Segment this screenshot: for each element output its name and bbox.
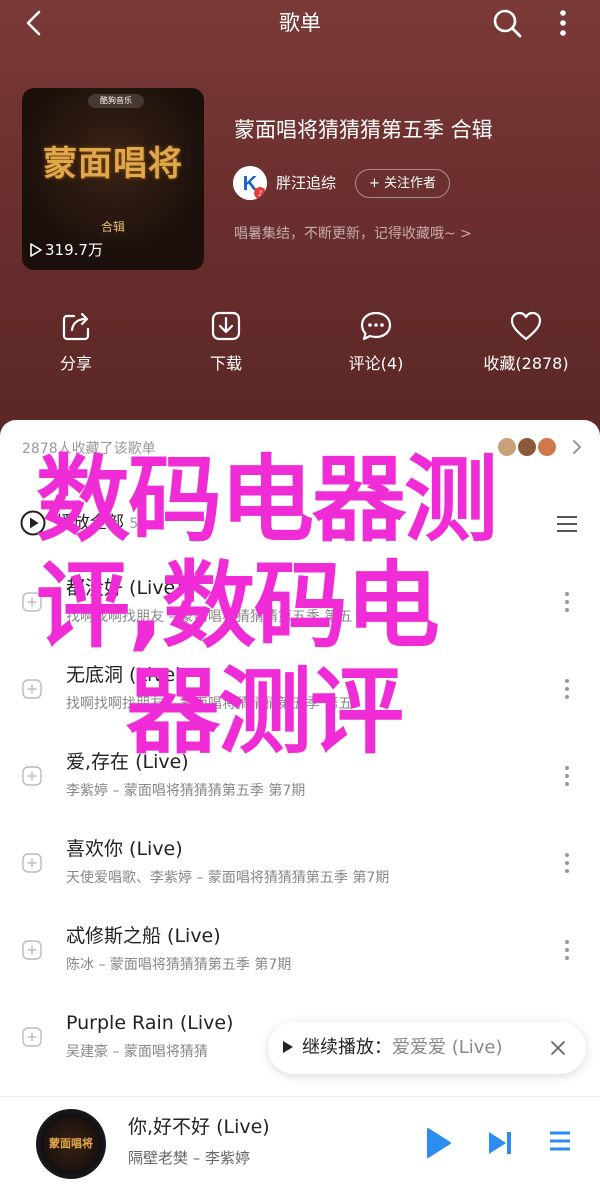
song-row[interactable]: 都没好 (Live) 找啊找啊找朋友 – 蒙面唱将猜猜猜第五季 第五 <box>0 564 600 644</box>
mini-player[interactable]: 蒙面唱将 你,好不好 (Live) 隔壁老樊 – 李紫婷 <box>0 1096 600 1189</box>
download-icon <box>211 311 241 341</box>
song-more-icon[interactable] <box>560 938 574 962</box>
comment-label: 评论(4) <box>348 354 404 373</box>
play-count-value: 319.7万 <box>45 241 103 259</box>
add-to-queue-icon[interactable] <box>22 766 42 786</box>
cover-logo: 蒙面唱将 <box>43 144 183 184</box>
song-title: 无底洞 (Live) <box>66 664 183 686</box>
download-label: 下载 <box>209 354 242 373</box>
play-count-icon <box>30 243 42 257</box>
song-meta: 找啊找啊找朋友 – 蒙面唱将猜猜猜第五季 第五 <box>66 696 353 712</box>
song-more-icon[interactable] <box>560 851 574 875</box>
add-to-queue-icon[interactable] <box>22 1027 42 1047</box>
song-title: Purple Rain (Live) <box>66 1012 234 1034</box>
chevron-right-icon[interactable] <box>570 436 584 458</box>
add-to-queue-icon[interactable] <box>22 592 42 612</box>
song-row[interactable]: 喜欢你 (Live) 天使爱唱歌、李紫婷 – 蒙面唱将猜猜猜第五季 第7期 <box>0 825 600 905</box>
song-title: 爱,存在 (Live) <box>66 751 189 773</box>
add-to-queue-icon[interactable] <box>22 679 42 699</box>
add-to-queue-icon[interactable] <box>22 853 42 873</box>
continue-playing-text: 继续播放：爱爱爱 (Live) <box>302 1034 503 1062</box>
song-row[interactable]: 无底洞 (Live) 找啊找啊找朋友 – 蒙面唱将猜猜猜第五季 第五 <box>0 651 600 731</box>
avatar <box>536 436 558 458</box>
cover-subtitle: 合辑 <box>100 220 125 234</box>
collect-count[interactable]: 2878人收藏了该歌单 <box>22 438 156 458</box>
now-playing-title: 你,好不好 (Live) <box>128 1116 270 1138</box>
comment-icon <box>360 311 392 341</box>
creator-avatar[interactable]: K ♪ <box>233 166 267 200</box>
creator-name[interactable]: 胖汪追综 <box>276 170 336 196</box>
share-button[interactable]: 分享 <box>16 308 136 374</box>
multi-select-icon[interactable] <box>554 512 580 536</box>
playlist-icon[interactable] <box>548 1129 572 1155</box>
play-icon[interactable] <box>424 1127 452 1159</box>
top-bar: 歌单 <box>0 0 600 46</box>
download-button[interactable]: 下载 <box>166 308 286 374</box>
next-track-icon[interactable] <box>486 1129 514 1157</box>
song-more-icon[interactable] <box>560 590 574 614</box>
song-more-icon[interactable] <box>560 677 574 701</box>
play-all-label: 播放全部 54 <box>56 510 147 537</box>
album-description[interactable]: 唱暑集结，不断更新，记得收藏哦~ > <box>234 222 472 246</box>
play-circle-icon <box>20 510 46 536</box>
favorite-button[interactable]: 收藏(2878) <box>466 308 586 374</box>
continue-playing-song: 爱爱爱 (Live) <box>392 1037 503 1058</box>
play-all-row[interactable]: 播放全部 54 <box>0 506 600 542</box>
more-vertical-icon[interactable] <box>548 6 578 40</box>
play-all-text: 播放全部 <box>56 513 124 533</box>
favorite-label: 收藏(2878) <box>483 354 569 373</box>
song-row[interactable]: 忒修斯之船 (Live) 陈冰 – 蒙面唱将猜猜猜第五季 第7期 <box>0 912 600 992</box>
follow-author-button[interactable]: + 关注作者 <box>355 169 450 198</box>
share-label: 分享 <box>59 354 92 373</box>
continue-playing-toast[interactable]: 继续播放：爱爱爱 (Live) <box>268 1022 586 1074</box>
song-list-panel: 2878人收藏了该歌单 播放全部 54 都没好 (Live) 找啊找啊找朋友 –… <box>0 420 600 1120</box>
avatar <box>496 436 518 458</box>
play-icon <box>283 1041 293 1053</box>
action-bar: 分享 下载 评论(4) 收藏(2878) <box>0 308 600 388</box>
cover-brand-badge: 酷狗音乐 <box>88 94 144 108</box>
song-meta: 吴建豪 – 蒙面唱将猜猜 <box>66 1044 208 1060</box>
avatar <box>516 436 538 458</box>
album-title: 蒙面唱将猜猜猜第五季 合辑 <box>234 118 493 142</box>
comment-button[interactable]: 评论(4) <box>316 308 436 374</box>
disc-label: 蒙面唱将 <box>49 1137 93 1150</box>
now-playing-disc[interactable]: 蒙面唱将 <box>36 1109 106 1179</box>
song-meta: 陈冰 – 蒙面唱将猜猜猜第五季 第7期 <box>66 957 292 973</box>
song-title: 都没好 (Live) <box>66 577 183 599</box>
play-count: 319.7万 <box>30 238 103 262</box>
song-row[interactable]: 爱,存在 (Live) 李紫婷 – 蒙面唱将猜猜猜第五季 第7期 <box>0 738 600 818</box>
collector-avatars[interactable] <box>496 436 560 460</box>
song-count: 54 <box>129 516 148 532</box>
now-playing-artist: 隔壁老樊 – 李紫婷 <box>128 1149 251 1167</box>
song-meta: 天使爱唱歌、李紫婷 – 蒙面唱将猜猜猜第五季 第7期 <box>66 870 390 886</box>
search-icon[interactable] <box>490 6 524 40</box>
song-title: 忒修斯之船 (Live) <box>66 925 221 947</box>
song-title: 喜欢你 (Live) <box>66 838 183 860</box>
song-meta: 找啊找啊找朋友 – 蒙面唱将猜猜猜第五季 第五 <box>66 609 353 625</box>
add-to-queue-icon[interactable] <box>22 940 42 960</box>
song-meta: 李紫婷 – 蒙面唱将猜猜猜第五季 第7期 <box>66 783 306 799</box>
album-cover[interactable]: 酷狗音乐 蒙面唱将 合辑 319.7万 <box>22 88 204 270</box>
continue-playing-label: 继续播放： <box>302 1037 392 1058</box>
heart-icon <box>510 311 542 341</box>
close-icon[interactable] <box>550 1040 566 1056</box>
song-more-icon[interactable] <box>560 764 574 788</box>
share-icon <box>62 312 90 341</box>
